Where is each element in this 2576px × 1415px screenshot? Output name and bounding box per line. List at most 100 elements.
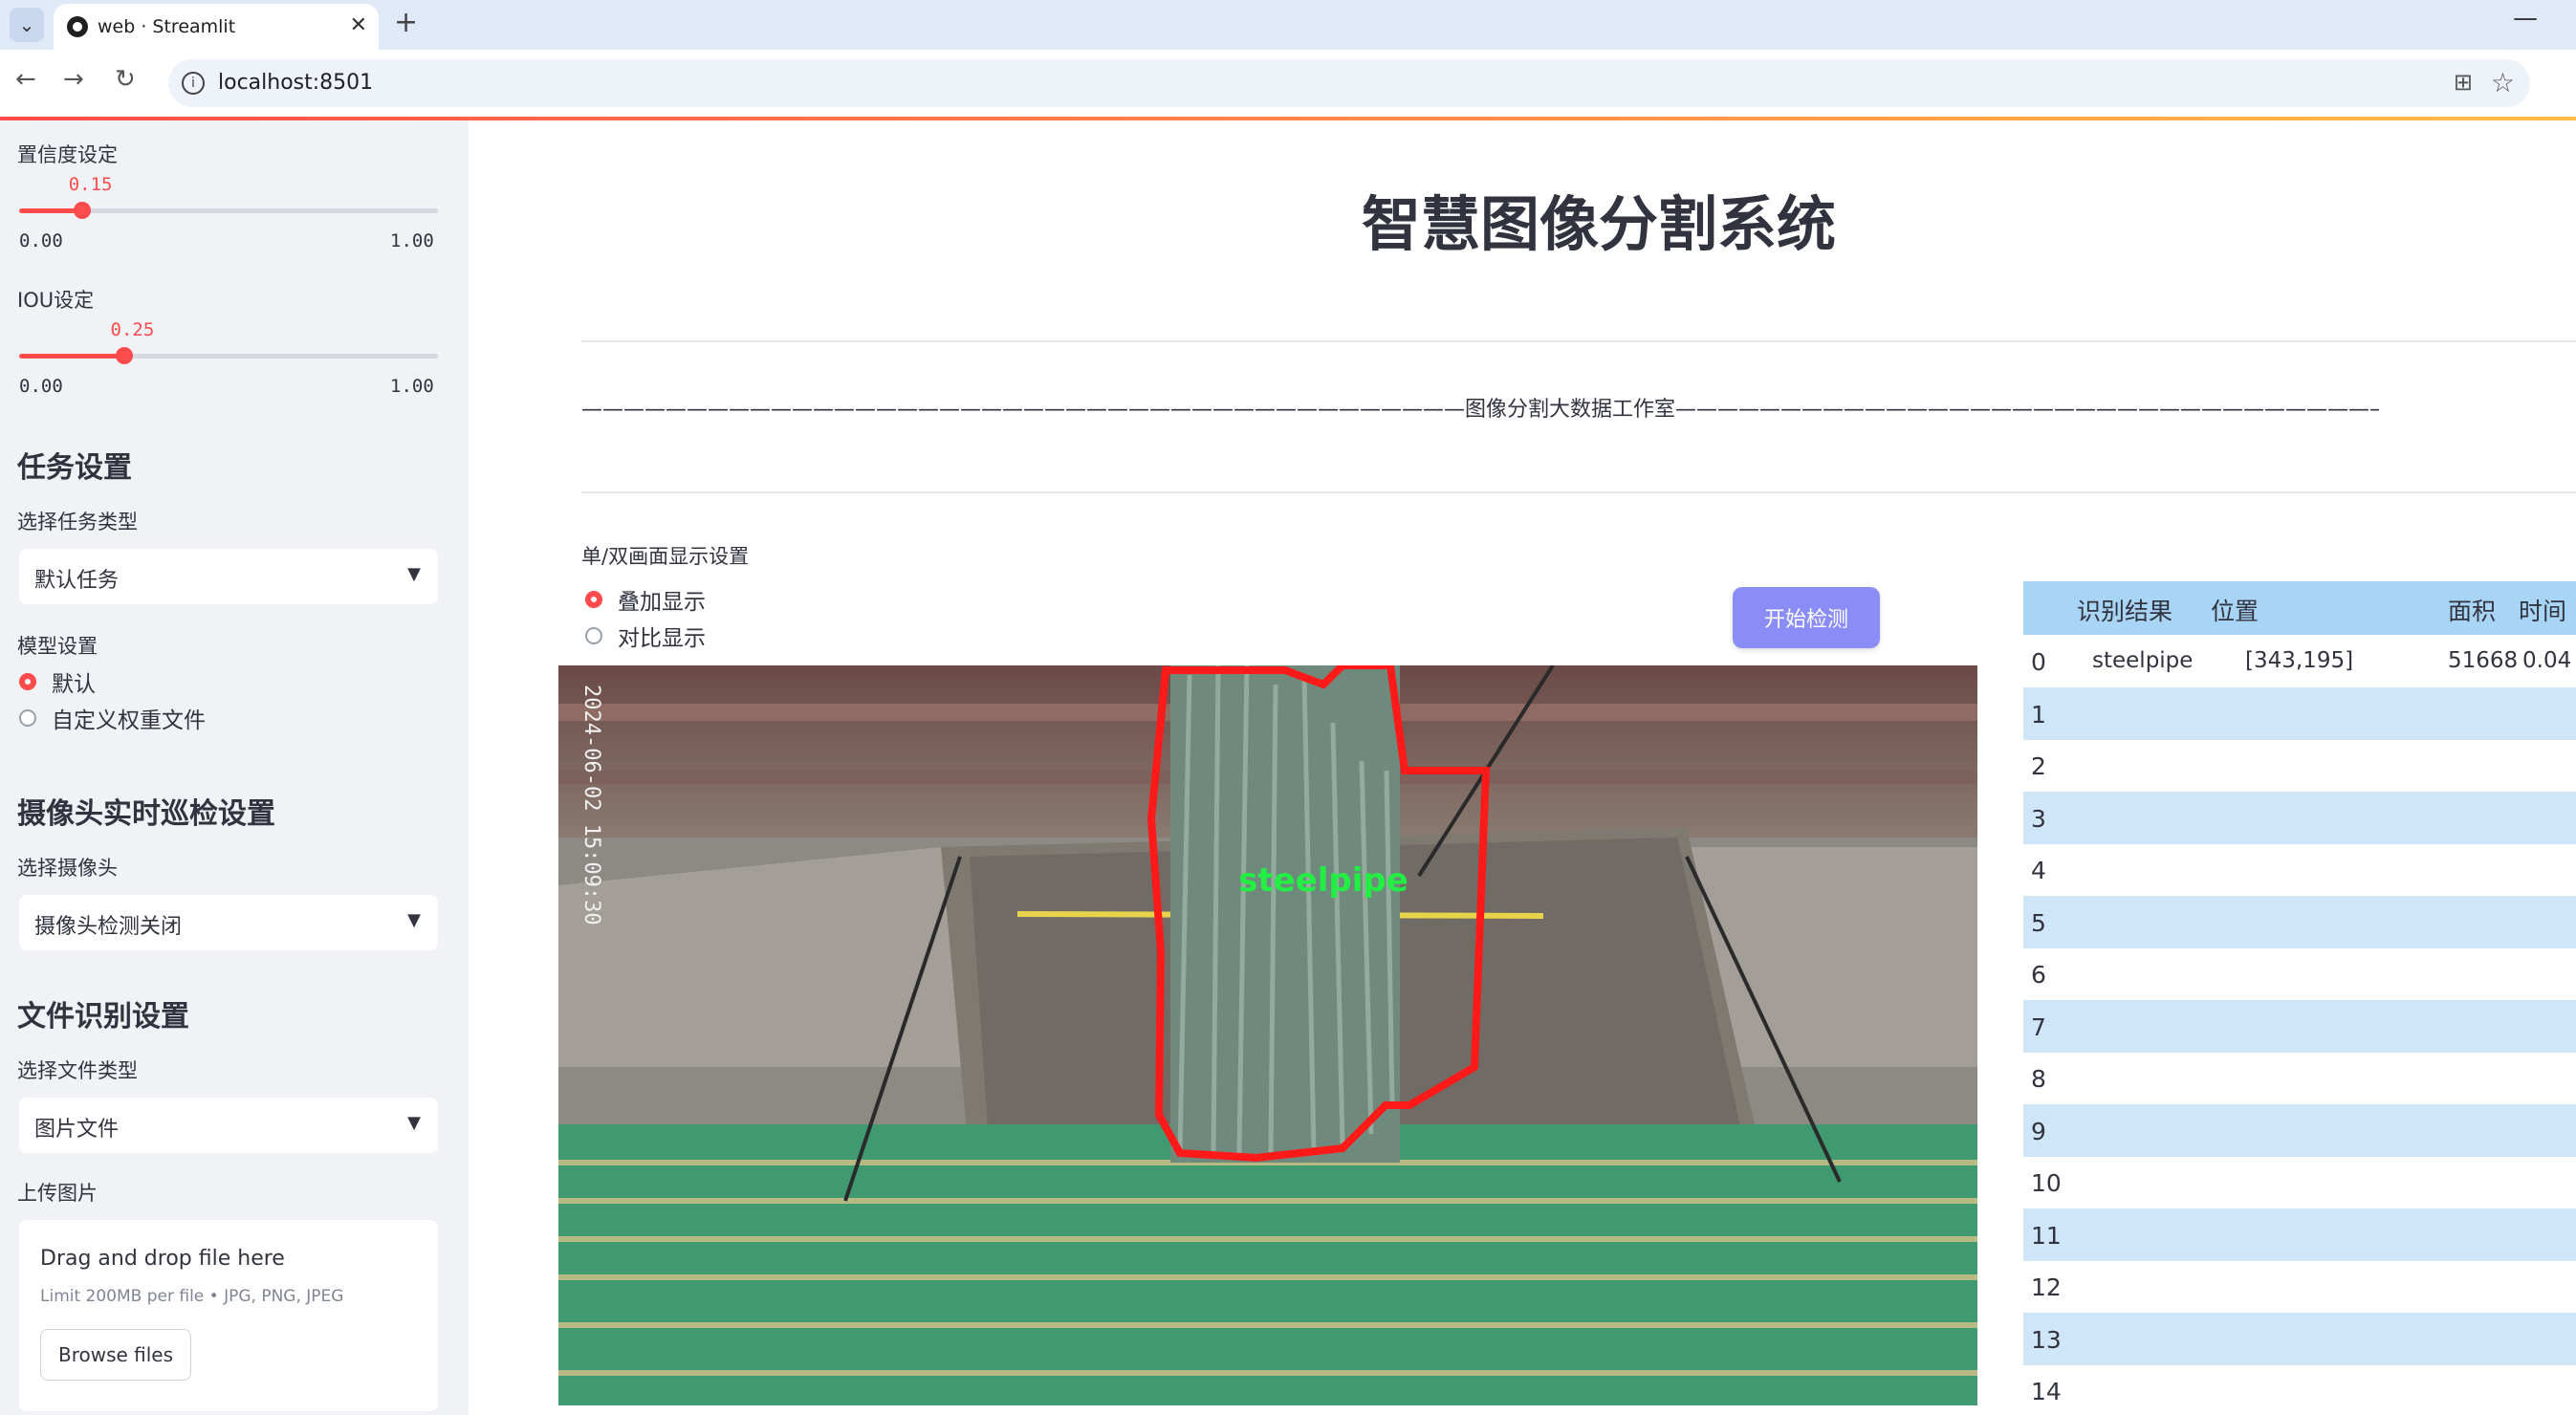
table-row[interactable]: 5 [2023, 895, 2576, 948]
chevron-down-icon: ⌄ [18, 13, 35, 36]
table-row[interactable]: 0 steelpipe [343,195] 51668 0.04 [2023, 635, 2576, 687]
minimize-window-button[interactable]: — [2513, 4, 2538, 33]
table-row[interactable]: 4 [2023, 843, 2576, 896]
main-content: 智慧图像分割系统 ———————————————————————————————… [469, 120, 2576, 1415]
radio-selected-icon[interactable] [585, 591, 602, 608]
caret-down-icon: ▼ [407, 910, 421, 930]
close-icon[interactable]: ✕ [350, 13, 367, 37]
table-row[interactable]: 2 [2023, 739, 2576, 792]
display-option-overlay[interactable]: 叠加显示 [585, 585, 706, 615]
confidence-min: 0.00 [19, 230, 63, 251]
table-row[interactable]: 11 [2023, 1208, 2576, 1261]
upload-label: 上传图片 [17, 1182, 98, 1205]
model-option-custom[interactable]: 自定义权重文件 [19, 704, 206, 733]
confidence-slider[interactable] [19, 202, 438, 219]
iou-slider-fill [19, 354, 124, 359]
confidence-max: 1.00 [390, 230, 434, 251]
start-detection-button[interactable]: 开始检测 [1733, 587, 1880, 648]
forward-arrow-icon[interactable]: → [63, 65, 84, 94]
area-cell: 51668 [2448, 648, 2519, 673]
new-tab-button[interactable]: + [394, 6, 418, 39]
sidebar: 置信度设定 0.15 0.00 1.00 IOU设定 0.25 0.00 1.0… [0, 120, 469, 1415]
iou-slider-thumb[interactable] [115, 347, 133, 364]
display-option-label: 对比显示 [618, 626, 706, 651]
row-index: 1 [2031, 700, 2046, 729]
tab-search-button[interactable]: ⌄ [10, 8, 44, 42]
task-heading: 任务设置 [17, 451, 132, 485]
table-row[interactable]: 9 [2023, 1103, 2576, 1157]
row-index: 3 [2031, 804, 2046, 833]
model-option-label: 自定义权重文件 [52, 708, 206, 733]
confidence-slider-thumb[interactable] [73, 202, 91, 219]
table-row[interactable]: 7 [2023, 999, 2576, 1053]
table-row[interactable]: 13 [2023, 1312, 2576, 1365]
file-type-select[interactable]: 图片文件 ▼ [19, 1098, 438, 1153]
confidence-label: 置信度设定 [17, 143, 118, 166]
row-index: 10 [2031, 1169, 2062, 1197]
detection-label: steelpipe [1238, 861, 1408, 900]
browser-tab[interactable]: web · Streamlit ✕ [54, 4, 379, 50]
result-table[interactable]: 识别结果 位置 面积 时间 0 steelpipe [343,195] 51668 0.… [2023, 581, 2576, 1415]
address-bar[interactable]: i localhost:8501 ⊞ ☆ [168, 59, 2530, 107]
browse-files-button[interactable]: Browse files [40, 1329, 191, 1381]
column-header[interactable]: 面积 [2448, 593, 2496, 627]
model-option-label: 默认 [52, 672, 96, 697]
row-index: 5 [2031, 908, 2046, 937]
row-index: 9 [2031, 1117, 2046, 1145]
iou-label: IOU设定 [17, 289, 95, 312]
radio-unselected-icon[interactable] [19, 709, 36, 727]
caret-down-icon: ▼ [407, 1113, 421, 1133]
display-option-compare[interactable]: 对比显示 [585, 621, 706, 651]
model-option-default[interactable]: 默认 [19, 667, 96, 697]
image-timestamp: 2024-06-02 15:09:30 [579, 685, 603, 925]
tab-title: web · Streamlit [98, 16, 236, 37]
row-index: 0 [2031, 648, 2046, 676]
row-index: 8 [2031, 1065, 2046, 1093]
table-row[interactable]: 6 [2023, 947, 2576, 1000]
row-index: 2 [2031, 752, 2046, 780]
url-text[interactable]: localhost:8501 [218, 71, 373, 95]
table-row[interactable]: 3 [2023, 791, 2576, 844]
table-header: 识别结果 位置 面积 时间 [2023, 581, 2576, 635]
file-heading: 文件识别设置 [17, 1000, 189, 1034]
detection-result-image: steelpipe 2024-06-02 15:09:30 [558, 665, 1977, 1405]
file-type-value: 图片文件 [34, 1118, 120, 1142]
caret-down-icon: ▼ [407, 564, 421, 584]
reload-icon[interactable]: ↻ [115, 65, 136, 94]
camera-value: 摄像头检测关闭 [34, 915, 183, 939]
row-index: 4 [2031, 857, 2046, 884]
radio-selected-icon[interactable] [19, 673, 36, 690]
table-row[interactable]: 8 [2023, 1052, 2576, 1104]
row-index: 13 [2031, 1325, 2062, 1354]
model-label: 模型设置 [17, 635, 98, 658]
column-header[interactable]: 位置 [2211, 593, 2259, 627]
divider [581, 340, 2576, 342]
dropzone-limit: Limit 200MB per file • JPG, PNG, JPEG [40, 1287, 344, 1306]
back-arrow-icon[interactable]: ← [15, 65, 36, 94]
camera-select[interactable]: 摄像头检测关闭 ▼ [19, 895, 438, 950]
iou-slider[interactable] [19, 347, 438, 364]
table-row[interactable]: 1 [2023, 686, 2576, 740]
row-index: 14 [2031, 1378, 2062, 1405]
display-mode-label: 单/双画面显示设置 [581, 545, 750, 568]
browser-toolbar: ← → ↻ i localhost:8501 ⊞ ☆ [0, 50, 2576, 117]
translate-icon[interactable]: ⊞ [2454, 69, 2473, 96]
bookmark-star-icon[interactable]: ☆ [2491, 67, 2515, 98]
browser-tab-strip: ⌄ web · Streamlit ✕ + — [0, 0, 2576, 50]
file-type-label: 选择文件类型 [17, 1059, 138, 1082]
confidence-slider-fill [19, 208, 82, 213]
radio-unselected-icon[interactable] [585, 627, 602, 644]
table-row[interactable]: 14 [2023, 1364, 2576, 1415]
dropzone-title: Drag and drop file here [40, 1247, 285, 1271]
column-header[interactable]: 时间 [2519, 593, 2566, 627]
row-index: 7 [2031, 1012, 2046, 1041]
table-row[interactable]: 12 [2023, 1260, 2576, 1313]
task-type-select[interactable]: 默认任务 ▼ [19, 549, 438, 604]
file-dropzone[interactable]: Drag and drop file here Limit 200MB per … [19, 1220, 438, 1411]
table-row[interactable]: 10 [2023, 1156, 2576, 1208]
column-header[interactable]: 识别结果 [2077, 593, 2172, 627]
iou-max: 1.00 [390, 376, 434, 397]
task-type-value: 默认任务 [34, 569, 120, 593]
site-info-icon[interactable]: i [182, 72, 205, 95]
divider [581, 491, 2576, 493]
